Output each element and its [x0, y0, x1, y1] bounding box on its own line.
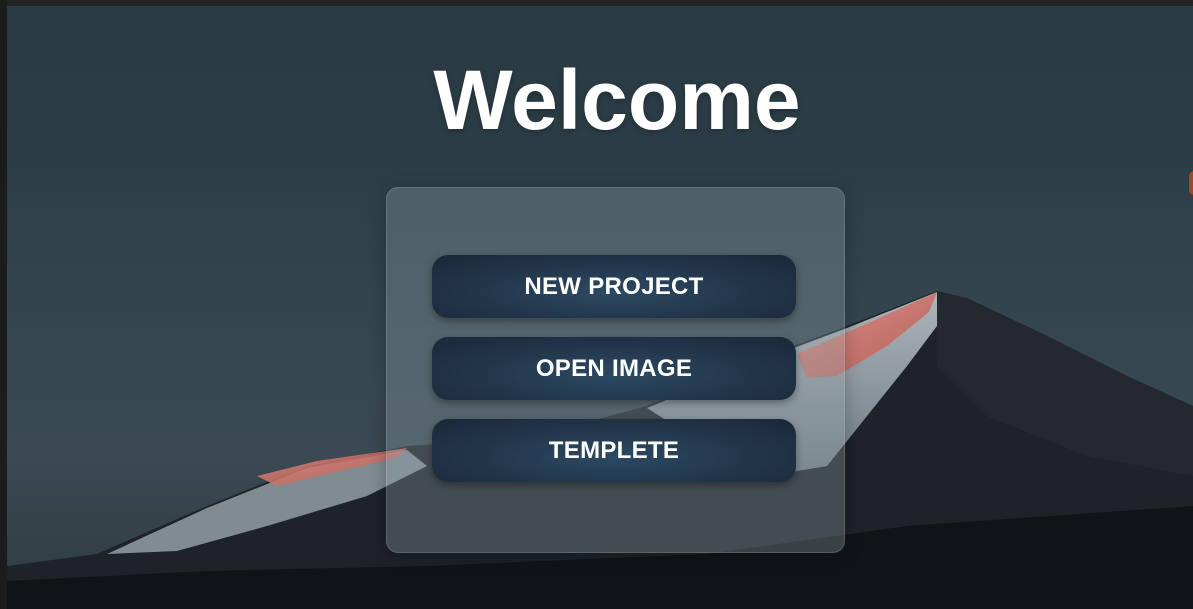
edge-handle-icon	[1189, 171, 1193, 195]
open-image-button[interactable]: OPEN IMAGE	[432, 337, 796, 400]
window-left-border	[0, 0, 7, 609]
menu-panel: NEW PROJECT OPEN IMAGE TEMPLETE	[386, 187, 845, 553]
welcome-screen: Welcome NEW PROJECT OPEN IMAGE TEMPLETE	[7, 6, 1193, 609]
new-project-button[interactable]: NEW PROJECT	[432, 255, 796, 318]
template-button[interactable]: TEMPLETE	[432, 419, 796, 482]
welcome-title: Welcome	[433, 53, 801, 147]
